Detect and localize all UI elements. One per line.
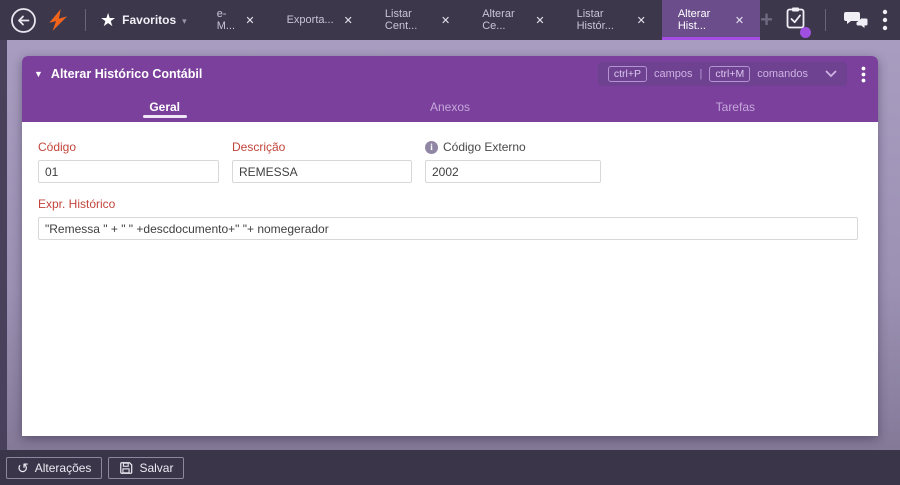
salvar-label: Salvar — [139, 460, 174, 475]
tab-label: e-M... — [216, 8, 236, 32]
top-bar-divider — [85, 9, 86, 31]
tab-geral[interactable]: Geral — [22, 92, 307, 122]
tab-label: Listar Cent... — [384, 8, 418, 32]
keycap-ctrl-p: ctrl+P — [607, 66, 647, 82]
codigo-externo-input[interactable] — [425, 160, 601, 183]
field-codigo: Código — [38, 140, 219, 183]
favorites-menu[interactable]: ★ Favoritos ▾ — [100, 11, 187, 29]
tab-label: Alterar Ce... — [482, 8, 515, 32]
workspace: ▼ Alterar Histórico Contábil ctrl+P camp… — [0, 40, 900, 450]
tab-label: Listar Histór... — [576, 8, 614, 32]
tasks-clipboard-button[interactable] — [785, 6, 811, 38]
tab-label: Alterar Hist... — [677, 8, 711, 32]
chat-button[interactable] — [844, 10, 870, 30]
action-bar: ↺ Alterações Salvar — [0, 450, 900, 485]
panel-title: Alterar Histórico Contábil — [50, 67, 203, 81]
form-area: Código Descrição i Código Externo — [22, 122, 878, 436]
panel-header: ▼ Alterar Histórico Contábil ctrl+P camp… — [22, 56, 878, 92]
tab-label: Exporta... — [286, 14, 334, 26]
tab-label: Tarefas — [715, 100, 755, 114]
close-icon[interactable]: ✕ — [245, 14, 254, 27]
new-tab-button[interactable]: + — [760, 9, 773, 31]
history-icon: ↺ — [17, 459, 29, 476]
close-icon[interactable]: ✕ — [441, 14, 450, 27]
tab-label: Geral — [149, 100, 180, 114]
clipboard-icon — [786, 7, 805, 28]
tab-tarefas[interactable]: Tarefas — [593, 92, 878, 122]
tab-listar-centro[interactable]: Listar Cent... ✕ — [369, 0, 466, 40]
close-icon[interactable]: ✕ — [535, 14, 544, 27]
panel-header-actions: ctrl+P campos | ctrl+M comandos — [597, 62, 866, 86]
tab-e-mail[interactable]: e-M... ✕ — [201, 0, 271, 40]
top-bar-left: ★ Favoritos ▾ — [0, 7, 187, 34]
field-codigo-externo: i Código Externo — [425, 140, 601, 183]
shortcut-fields-label: campos — [653, 68, 693, 80]
overflow-menu-button[interactable] — [882, 9, 888, 31]
codigo-label: Código — [38, 140, 77, 154]
chevron-down-icon[interactable] — [825, 70, 837, 78]
window-tabs: e-M... ✕ Exporta... ✕ Listar Cent... ✕ A… — [201, 0, 761, 40]
chat-bubbles-icon — [844, 12, 869, 30]
panel-menu-button[interactable] — [861, 66, 866, 83]
kebab-menu-icon — [882, 9, 888, 31]
close-icon[interactable]: ✕ — [637, 14, 646, 27]
collapse-caret-icon[interactable]: ▼ — [34, 69, 43, 79]
form-row-2: Expr. Histórico — [38, 197, 862, 240]
descricao-label: Descrição — [232, 140, 286, 154]
chevron-down-icon: ▾ — [182, 15, 187, 26]
back-button[interactable] — [10, 7, 37, 34]
brand-logo-icon[interactable] — [45, 7, 71, 33]
notification-dot — [800, 26, 811, 38]
record-panel: ▼ Alterar Histórico Contábil ctrl+P camp… — [22, 56, 878, 436]
kebab-menu-icon — [861, 66, 866, 82]
codigo-externo-label-text: Código Externo — [443, 140, 526, 154]
tab-anexos[interactable]: Anexos — [307, 92, 592, 122]
panel-tab-bar: Geral Anexos Tarefas — [22, 92, 878, 122]
alteracoes-button[interactable]: ↺ Alterações — [6, 456, 103, 479]
info-icon[interactable]: i — [425, 140, 438, 154]
close-icon[interactable]: ✕ — [735, 14, 744, 27]
top-bar-divider — [825, 9, 826, 31]
back-arrow-icon — [11, 7, 36, 33]
shortcuts-dropdown[interactable]: ctrl+P campos | ctrl+M comandos — [597, 62, 847, 86]
shortcut-commands-label: comandos — [757, 68, 808, 80]
descricao-input[interactable] — [232, 160, 412, 183]
app-window: ★ Favoritos ▾ e-M... ✕ Exporta... ✕ List… — [0, 0, 900, 485]
field-expr-historico: Expr. Histórico — [38, 197, 858, 240]
tab-exportar[interactable]: Exporta... ✕ — [271, 0, 369, 40]
form-row-1: Código Descrição i Código Externo — [38, 140, 862, 183]
keycap-ctrl-m: ctrl+M — [709, 66, 751, 82]
expr-historico-input[interactable] — [38, 217, 858, 240]
tab-label: Anexos — [429, 100, 470, 114]
alteracoes-label: Alterações — [34, 460, 92, 475]
tab-listar-historico[interactable]: Listar Histór... ✕ — [561, 0, 662, 40]
shortcut-separator: | — [699, 68, 703, 80]
salvar-button[interactable]: Salvar — [108, 456, 185, 479]
expr-historico-label: Expr. Histórico — [38, 197, 116, 211]
favorites-label: Favoritos — [122, 13, 177, 27]
close-icon[interactable]: ✕ — [344, 14, 353, 27]
star-icon: ★ — [100, 10, 117, 30]
top-bar-actions: + — [760, 6, 900, 38]
save-icon — [120, 461, 133, 474]
left-edge-strip — [0, 40, 7, 450]
tab-alterar-centro[interactable]: Alterar Ce... ✕ — [466, 0, 560, 40]
tab-alterar-historico-active[interactable]: Alterar Hist... ✕ — [661, 0, 761, 40]
codigo-externo-label: i Código Externo — [425, 140, 601, 154]
field-descricao: Descrição — [232, 140, 412, 183]
codigo-input[interactable] — [38, 160, 219, 183]
top-bar: ★ Favoritos ▾ e-M... ✕ Exporta... ✕ List… — [0, 0, 900, 40]
